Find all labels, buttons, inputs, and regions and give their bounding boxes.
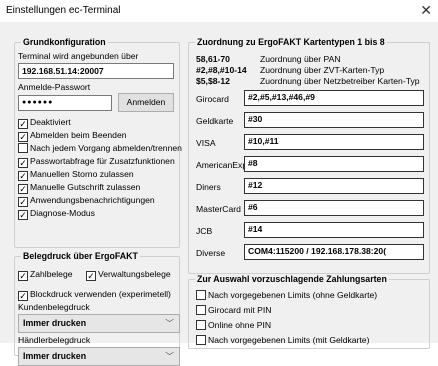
chevron-down-icon: ﹀ [165,318,174,328]
checkbox-check-icon: ✓ [18,291,28,301]
kartentyp-input-mastercard[interactable]: #6 [244,200,424,216]
terminal-label: Terminal wird angebunden über [18,51,139,61]
kartentyp-label-geldkarte: Geldkarte [196,116,234,126]
checkbox-label: Nach jedem Vorgang abmelden/trennen [30,143,182,153]
checkbox-check-icon: ✓ [18,171,28,181]
chevron-down-icon: ﹀ [165,351,174,361]
checkbox-label: Zahlbelege [30,269,73,279]
checkbox-check-icon: ✓ [18,132,28,142]
checkbox-label: Manuellen Storno zulassen [30,169,134,179]
checkbox-empty-icon [196,335,206,345]
zahlungsarten-title: Zur Auswahl vorzuschlagende Zahlungsarte… [195,274,389,284]
checkbox-empty-icon [196,290,206,300]
kartentyp-label-diners: Diners [196,182,221,192]
checkbox-label: Girocard mit PIN [208,305,272,315]
zahlungsart-checkbox[interactable]: Nach vorgegebenen Limits (ohne Geldkarte… [196,289,377,301]
kartentyp-label-diverse: Diverse [196,248,226,258]
zahlungsart-checkbox[interactable]: Online ohne PIN [196,319,271,331]
checkbox-label: Blockdruck verwenden (experimetell) [30,289,171,299]
kartentyp-label-jcb: JCB [196,226,213,236]
terminal-address-input[interactable]: 192.168.51.14:20007 [18,63,174,79]
kartentyp-input-diverse[interactable]: COM4:115200 / 192.168.178.38:20( [244,244,424,260]
checkbox-label: Online ohne PIN [208,320,272,330]
blockdruck-checkbox[interactable]: ✓ Blockdruck verwenden (experimetell) [18,288,171,301]
checkbox-empty-icon [196,320,206,330]
kundenbelegdruck-label: Kundenbelegdruck [18,302,90,312]
grundkonfiguration-title: Grundkonfiguration [21,37,108,47]
checkbox-label: Diagnose-Modus [30,208,95,218]
checkbox-label: Passwortabfrage für Zusatzfunktionen [30,156,175,166]
gutschrift-checkbox[interactable]: ✓ Manuelle Gutschrift zulassen [18,181,141,194]
belegdruck-title: Belegdruck über ErgoFAKT [21,251,140,261]
checkbox-label: Anwendungsbenachrichtigungen [30,195,155,205]
checkbox-check-icon: ✓ [18,210,28,220]
checkbox-check-icon: ✓ [18,184,28,194]
legend-code: $5,$8-12 [196,76,230,86]
passwortabfrage-checkbox[interactable]: ✓ Passwortabfrage für Zusatzfunktionen [18,155,175,168]
kundenbelegdruck-select[interactable]: Immer drucken ﹀ [18,314,180,333]
legend-desc: Zuordnung über Netzbetreiber Karten-Typ [260,76,420,86]
checkbox-empty-icon [196,305,206,315]
zahlbelege-checkbox[interactable]: ✓ Zahlbelege [18,268,73,281]
kartentyp-input-jcb[interactable]: #14 [244,222,424,238]
checkbox-empty-icon [18,143,28,153]
storno-checkbox[interactable]: ✓ Manuellen Storno zulassen [18,168,134,181]
zahlungsart-checkbox[interactable]: Girocard mit PIN [196,304,272,316]
login-button[interactable]: Anmelden [118,93,174,112]
checkbox-label: Deaktiviert [30,117,71,127]
kartentyp-input-amex[interactable]: #8 [244,156,424,172]
deaktiviert-checkbox[interactable]: ✓ Deaktiviert [18,116,71,129]
checkbox-label: Nach vorgegebenen Limits (ohne Geldkarte… [208,290,378,300]
checkbox-check-icon: ✓ [18,271,28,281]
checkbox-label: Abmelden beim Beenden [30,130,127,140]
checkbox-label: Manuelle Gutschrift zulassen [30,182,141,192]
legend-desc: Zuordnung über ZVT-Karten-Typ [260,65,385,75]
dialog-client-area: Grundkonfiguration Terminal wird angebun… [0,22,438,366]
password-input[interactable]: ●●●●●● [18,95,112,111]
legend-desc: Zuordnung über PAN [260,54,341,64]
checkbox-check-icon: ✓ [18,197,28,207]
kartentyp-input-girocard[interactable]: #2,#5,#13,#46,#9 [244,90,424,106]
kartentypen-title: Zuordnung zu ErgoFAKT Kartentypen 1 bis … [195,37,387,47]
window-title: Einstellungen ec-Terminal [6,5,121,16]
diagnose-checkbox[interactable]: ✓ Diagnose-Modus [18,207,95,220]
kartentyp-input-geldkarte[interactable]: #30 [244,112,424,128]
password-label: Anmelde-Passwort [18,82,91,92]
haendlerbelegdruck-select[interactable]: Immer drucken ﹀ [18,347,180,366]
verwaltungsbelege-checkbox[interactable]: ✓ Verwaltungsbelege [86,268,171,281]
benachrichtigungen-checkbox[interactable]: ✓ Anwendungsbenachrichtigungen [18,194,155,207]
checkbox-check-icon: ✓ [18,158,28,168]
close-icon[interactable]: ✕ [420,2,432,19]
title-bar: Einstellungen ec-Terminal ✕ [0,0,438,22]
kartentyp-label-visa: VISA [196,138,216,148]
kartentyp-input-diners[interactable]: #12 [244,178,424,194]
kartentyp-label-mastercard: MasterCard [196,204,241,214]
kundenbelegdruck-value: Immer drucken [23,318,87,328]
checkbox-check-icon: ✓ [18,119,28,129]
checkbox-label: Verwaltungsbelege [98,269,171,279]
haendlerbelegdruck-label: Händlerbelegdruck [18,335,91,345]
haendlerbelegdruck-value: Immer drucken [23,351,87,361]
checkbox-label: Nach vorgegebenen Limits (mit Geldkarte) [208,335,370,345]
abmelden-beenden-checkbox[interactable]: ✓ Abmelden beim Beenden [18,129,127,142]
kartentyp-label-girocard: Girocard [196,94,229,104]
abmelden-vorgang-checkbox[interactable]: Nach jedem Vorgang abmelden/trennen [18,142,182,154]
kartentyp-input-visa[interactable]: #10,#11 [244,134,424,150]
zahlungsart-checkbox[interactable]: Nach vorgegebenen Limits (mit Geldkarte) [196,334,369,346]
checkbox-check-icon: ✓ [86,271,96,281]
legend-code: 58,61-70 [196,54,230,64]
legend-code: #2,#8,#10-14 [196,65,247,75]
